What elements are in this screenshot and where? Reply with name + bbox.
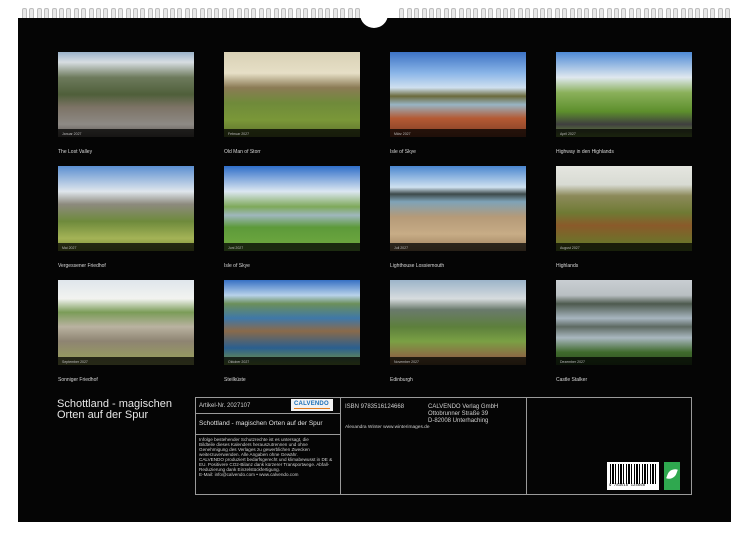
photo-january: Januar 2027 bbox=[58, 52, 194, 137]
photo-february: Februar 2027 bbox=[224, 52, 360, 137]
caption-february: Old Man of Storr bbox=[224, 149, 261, 155]
caption-august: Highlands bbox=[556, 263, 579, 269]
caption-may: Vergessener Friedhof bbox=[58, 263, 106, 269]
photo-may: Mai 2027 bbox=[58, 166, 194, 251]
caption-october: Steilküste bbox=[224, 377, 246, 383]
month-label: Februar 2027 bbox=[228, 132, 250, 136]
month-label: Juli 2027 bbox=[394, 246, 409, 250]
photo-august: August 2027 bbox=[556, 166, 692, 251]
eco-leaf-icon bbox=[664, 462, 680, 490]
photo-november: November 2027 bbox=[390, 280, 526, 365]
month-label: September 2027 bbox=[62, 360, 88, 364]
photo-march: März 2027 bbox=[390, 52, 526, 137]
publisher-city: D-82008 Unterhaching bbox=[428, 418, 489, 424]
calvendo-logo-text: CALVENDO bbox=[294, 401, 329, 407]
article-number: Artikel-Nr. 2027107 bbox=[199, 403, 251, 409]
caption-march: Isle of Skye bbox=[390, 149, 416, 155]
caption-september: Sonniger Friedhof bbox=[58, 377, 98, 383]
caption-december: Castle Stalker bbox=[556, 377, 588, 383]
barcode-number: 9 783516 124668 bbox=[609, 484, 646, 488]
legal-line: E-Mail: info@calvendo.com • www.calvendo… bbox=[199, 472, 299, 477]
month-label: November 2027 bbox=[394, 360, 419, 364]
caption-june: Isle of Skye bbox=[224, 263, 250, 269]
caption-april: Highway in den Highlands bbox=[556, 149, 614, 155]
product-title: Schottland - magischen Orten auf der Spu… bbox=[199, 420, 323, 427]
barcode: 9 783516 124668 bbox=[607, 462, 659, 490]
photo-april: April 2027 bbox=[556, 52, 692, 137]
photo-july: Juli 2027 bbox=[390, 166, 526, 251]
calendar-title: Schottland - magischen Orten auf der Spu… bbox=[57, 398, 172, 421]
photo-october: Oktober 2027 bbox=[224, 280, 360, 365]
month-label: Juni 2027 bbox=[228, 246, 244, 250]
month-label: März 2027 bbox=[394, 132, 411, 136]
calvendo-logo: CALVENDO bbox=[291, 399, 333, 411]
publisher-street: Ottobrunner Straße 39 bbox=[428, 411, 489, 417]
photo-september: September 2027 bbox=[58, 280, 194, 365]
photo-june: Juni 2027 bbox=[224, 166, 360, 251]
caption-january: The Lost Valley bbox=[58, 149, 93, 155]
month-label: Dezember 2027 bbox=[560, 360, 585, 364]
month-label: Januar 2027 bbox=[62, 132, 82, 136]
caption-july: Lighthouse Lossiemouth bbox=[390, 263, 445, 269]
isbn: ISBN 9783516124668 bbox=[345, 404, 405, 410]
month-label: August 2027 bbox=[560, 246, 580, 250]
month-label: Mai 2027 bbox=[62, 246, 77, 250]
photo-december: Dezember 2027 bbox=[556, 280, 692, 365]
caption-november: Edinburgh bbox=[390, 377, 413, 383]
month-label: April 2027 bbox=[560, 132, 576, 136]
author-credit: Alexandra Winter www.winterimages.de bbox=[345, 425, 430, 430]
month-label: Oktober 2027 bbox=[228, 360, 250, 364]
publisher-name: CALVENDO Verlag GmbH bbox=[428, 404, 499, 410]
